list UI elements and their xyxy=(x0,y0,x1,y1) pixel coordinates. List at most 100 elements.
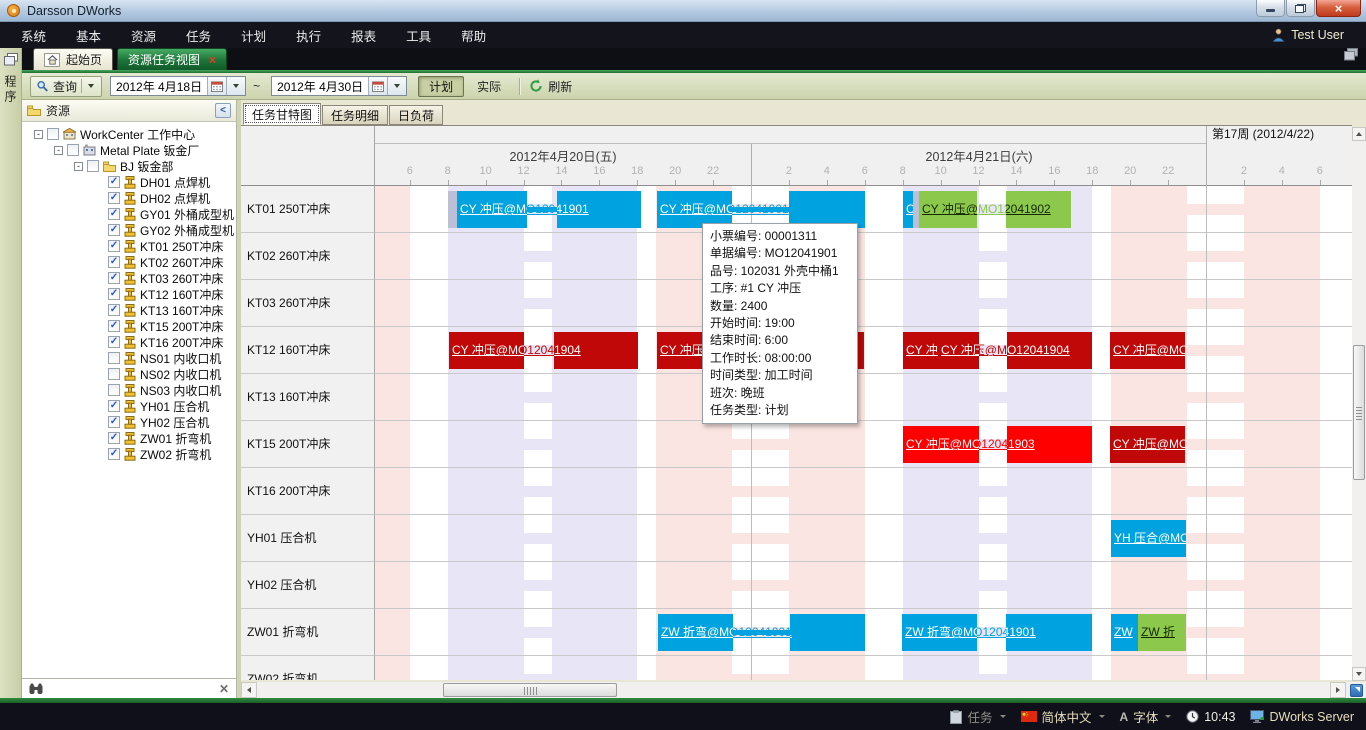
tree-item-KT16[interactable]: ✓KT16 200T冲床 xyxy=(108,334,236,350)
tree-checkbox[interactable] xyxy=(87,160,99,172)
tree-expander-icon[interactable]: - xyxy=(34,130,43,139)
query-caret-icon[interactable] xyxy=(88,84,94,88)
gantt-task-bar[interactable]: CY 冲压@MO1CY 冲压@MO1 xyxy=(1110,332,1185,369)
tab-home[interactable]: 起始页 xyxy=(33,48,113,70)
collapse-panel-button[interactable]: < xyxy=(215,103,231,118)
gantt-task-bar[interactable]: CY 冲压@MO1CY 冲压@MO1 xyxy=(1110,426,1185,463)
scroll-down-button[interactable] xyxy=(1352,667,1366,681)
horizontal-scrollbar[interactable] xyxy=(241,682,1346,698)
gantt-task-bar[interactable]: CY 冲压@MO12041904CY 冲压@MO12041904CY 冲压@MO… xyxy=(938,332,1092,369)
tree-checkbox[interactable]: ✓ xyxy=(108,448,120,460)
menu-item-1[interactable]: 基本 xyxy=(61,21,116,50)
tree-checkbox[interactable] xyxy=(67,144,79,156)
gantt-task-bar[interactable]: ZW 折弯@MO12041901ZW 折弯@MO12041901ZW 折弯@MO… xyxy=(902,614,1092,651)
view-tab-2[interactable]: 日负荷 xyxy=(389,105,443,125)
menu-item-2[interactable]: 资源 xyxy=(116,21,171,50)
window-list-icon[interactable] xyxy=(1344,48,1358,66)
view-tab-0[interactable]: 任务甘特图 xyxy=(243,103,321,125)
tree-item-DH02[interactable]: ✓DH02 点焊机 xyxy=(108,190,236,206)
tree-item-GY02[interactable]: ✓GY02 外桶成型机 xyxy=(108,222,236,238)
tree-checkbox[interactable]: ✓ xyxy=(108,320,120,332)
refresh-button[interactable]: 刷新 xyxy=(529,78,572,95)
tab-close-icon[interactable]: × xyxy=(209,55,216,65)
menu-item-4[interactable]: 计划 xyxy=(226,21,281,50)
tree-checkbox[interactable]: ✓ xyxy=(108,336,120,348)
tree-item-KT03[interactable]: ✓KT03 260T冲床 xyxy=(108,270,236,286)
horizontal-scroll-thumb[interactable] xyxy=(443,683,617,697)
tree-item-DH01[interactable]: ✓DH01 点焊机 xyxy=(108,174,236,190)
tree-item-ZW01[interactable]: ✓ZW01 折弯机 xyxy=(108,430,236,446)
status-task-menu[interactable]: 任务 xyxy=(950,707,1005,726)
tree-item-YH02[interactable]: ✓YH02 压合机 xyxy=(108,414,236,430)
tree-checkbox[interactable]: ✓ xyxy=(108,224,120,236)
tree-checkbox[interactable]: ✓ xyxy=(108,432,120,444)
tree-item-KT15[interactable]: ✓KT15 200T冲床 xyxy=(108,318,236,334)
tree-expander-icon[interactable]: - xyxy=(74,162,83,171)
menu-item-8[interactable]: 帮助 xyxy=(446,21,501,50)
find-binoculars-icon[interactable] xyxy=(29,683,43,695)
tree-item-WorkCenter[interactable]: -WorkCenter 工作中心 xyxy=(34,126,236,142)
user-indicator[interactable]: Test User xyxy=(1272,28,1360,42)
tree-checkbox[interactable]: ✓ xyxy=(108,208,120,220)
tree-expander-icon[interactable]: - xyxy=(54,146,63,155)
query-button[interactable]: 查询 xyxy=(30,76,102,97)
tree-checkbox[interactable] xyxy=(108,384,120,396)
gantt-task-bar[interactable]: ZW 折ZW 折 xyxy=(1138,614,1186,651)
plan-toggle-button[interactable]: 计划 xyxy=(418,76,464,97)
minimize-button[interactable] xyxy=(1256,0,1285,17)
tree-checkbox[interactable]: ✓ xyxy=(108,240,120,252)
menu-item-6[interactable]: 报表 xyxy=(336,21,391,50)
tree-item-Metal[interactable]: -Metal Plate 钣金厂 xyxy=(54,142,236,158)
date-to-dropdown-button[interactable] xyxy=(387,77,406,95)
program-side-strip[interactable]: 程序 xyxy=(0,48,22,698)
vertical-scrollbar[interactable] xyxy=(1352,127,1366,681)
tree-checkbox[interactable] xyxy=(108,352,120,364)
tree-item-YH01[interactable]: ✓YH01 压合机 xyxy=(108,398,236,414)
tab-resource-task-view[interactable]: 资源任务视图 × xyxy=(117,48,227,70)
gantt-task-bar[interactable]: CY 冲CY 冲 xyxy=(903,332,938,369)
tree-item-GY01[interactable]: ✓GY01 外桶成型机 xyxy=(108,206,236,222)
tree-item-NS03[interactable]: NS03 内收口机 xyxy=(108,382,236,398)
gantt-task-bar[interactable]: ZWZW xyxy=(1111,614,1138,651)
tree-item-NS01[interactable]: NS01 内收口机 xyxy=(108,350,236,366)
tree-checkbox[interactable]: ✓ xyxy=(108,416,120,428)
actual-toggle-button[interactable]: 实际 xyxy=(468,76,510,97)
tree-checkbox[interactable]: ✓ xyxy=(108,192,120,204)
date-from-dropdown-button[interactable] xyxy=(226,77,245,95)
scroll-corner-button[interactable] xyxy=(1346,682,1366,698)
tree-checkbox[interactable]: ✓ xyxy=(108,272,120,284)
gantt-task-bar[interactable]: ZW 折弯@MO12041901ZW 折弯@MO12041901ZW 折弯@MO… xyxy=(658,614,865,651)
gantt-task-bar[interactable]: CY 冲压@MO12041901CY 冲压@MO12041901CY 冲压@MO… xyxy=(457,191,641,228)
scroll-right-button[interactable] xyxy=(1330,682,1346,698)
close-button[interactable]: × xyxy=(1316,0,1361,17)
menu-item-0[interactable]: 系统 xyxy=(6,21,61,50)
gantt-task-bar[interactable] xyxy=(448,191,457,228)
clear-find-icon[interactable]: ✕ xyxy=(219,682,229,696)
menu-item-7[interactable]: 工具 xyxy=(391,21,446,50)
menu-item-5[interactable]: 执行 xyxy=(281,21,336,50)
gantt-task-bar[interactable]: CC xyxy=(903,191,913,228)
date-from-field[interactable]: 2012年 4月18日 xyxy=(110,76,246,96)
status-server[interactable]: DWorks Server xyxy=(1250,710,1354,724)
tree-item-KT13[interactable]: ✓KT13 160T冲床 xyxy=(108,302,236,318)
status-font-menu[interactable]: A 字体 xyxy=(1120,707,1172,726)
tree-item-KT02[interactable]: ✓KT02 260T冲床 xyxy=(108,254,236,270)
tree-item-ZW02[interactable]: ✓ZW02 折弯机 xyxy=(108,446,236,462)
date-from-calendar-button[interactable] xyxy=(207,77,226,95)
scroll-left-button[interactable] xyxy=(241,682,257,698)
tree-item-KT01[interactable]: ✓KT01 250T冲床 xyxy=(108,238,236,254)
tree-checkbox[interactable]: ✓ xyxy=(108,400,120,412)
gantt-task-bar[interactable]: CY 冲压@MO12041904CY 冲压@MO12041904CY 冲压@MO… xyxy=(449,332,638,369)
tree-item-NS02[interactable]: NS02 内收口机 xyxy=(108,366,236,382)
view-tab-1[interactable]: 任务明细 xyxy=(322,105,388,125)
gantt-task-bar[interactable]: CY 冲压@MO12041903CY 冲压@MO12041903CY 冲压@MO… xyxy=(903,426,1092,463)
tree-checkbox[interactable]: ✓ xyxy=(108,256,120,268)
date-to-calendar-button[interactable] xyxy=(368,77,387,95)
tree-checkbox[interactable]: ✓ xyxy=(108,304,120,316)
restore-button[interactable] xyxy=(1286,0,1315,17)
scroll-up-button[interactable] xyxy=(1352,127,1366,141)
status-language-menu[interactable]: 简体中文 xyxy=(1021,707,1105,726)
tree-item-BJ[interactable]: -BJ 钣金部 xyxy=(74,158,236,174)
date-to-field[interactable]: 2012年 4月30日 xyxy=(271,76,407,96)
menu-item-3[interactable]: 任务 xyxy=(171,21,226,50)
